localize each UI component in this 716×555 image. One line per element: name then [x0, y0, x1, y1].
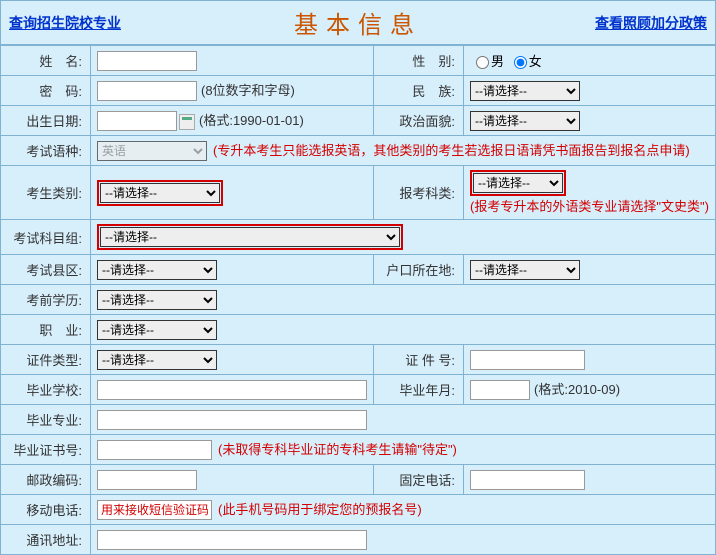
input-postal[interactable]	[97, 470, 197, 490]
cell-cand-type: --请选择--	[91, 166, 374, 220]
hint-lang: (专升本考生只能选报英语，其他类别的考生若选报日语请凭书面报告到报名点申请)	[213, 143, 690, 158]
cell-ethnic: --请选择--	[464, 76, 716, 106]
cell-postal	[91, 465, 374, 495]
label-address: 通讯地址:	[1, 525, 91, 555]
cell-id-type: --请选择--	[91, 345, 374, 375]
highlight-subject-grp: --请选择--	[97, 224, 403, 250]
label-grad-school: 毕业学校:	[1, 375, 91, 405]
select-pre-edu[interactable]: --请选择--	[97, 290, 217, 310]
cell-exam-area: --请选择--	[91, 255, 374, 285]
label-birthday: 出生日期:	[1, 106, 91, 136]
cell-exam-cat: --请选择-- (报考专升本的外语类专业请选择"文史类")	[464, 166, 716, 220]
select-ethnic[interactable]: --请选择--	[470, 81, 580, 101]
label-id-no: 证 件 号:	[374, 345, 464, 375]
highlight-exam-cat: --请选择--	[470, 170, 566, 196]
cell-address	[91, 525, 716, 555]
cell-landline	[464, 465, 716, 495]
cell-job: --请选择--	[91, 315, 716, 345]
hint-grad-ym: (格式:2010-09)	[534, 382, 620, 397]
select-hukou[interactable]: --请选择--	[470, 260, 580, 280]
page-title: 基本信息	[294, 5, 422, 40]
label-exam-area: 考试县区:	[1, 255, 91, 285]
label-cert-no: 毕业证书号:	[1, 435, 91, 465]
calendar-icon[interactable]	[179, 114, 195, 130]
label-job: 职 业:	[1, 315, 91, 345]
label-name: 姓 名:	[1, 46, 91, 76]
input-grad-school[interactable]	[97, 380, 367, 400]
input-cert-no[interactable]	[97, 440, 212, 460]
hint-cert-no: (未取得专科毕业证的专科考生请输"待定")	[218, 442, 457, 457]
input-mobile[interactable]	[97, 500, 212, 520]
label-postal: 邮政编码:	[1, 465, 91, 495]
label-id-type: 证件类型:	[1, 345, 91, 375]
select-exam-lang: 英语	[97, 141, 207, 161]
hint-mobile: (此手机号码用于绑定您的预报名号)	[218, 502, 422, 517]
label-gender-male: 男	[491, 54, 504, 69]
cell-grad-major	[91, 405, 716, 435]
label-gender-female: 女	[529, 54, 542, 69]
label-exam-cat: 报考科类:	[374, 166, 464, 220]
input-grad-ym[interactable]	[470, 380, 530, 400]
cell-cert-no: (未取得专科毕业证的专科考生请输"待定")	[91, 435, 716, 465]
hint-birthday: (格式:1990-01-01)	[199, 113, 304, 128]
select-exam-area[interactable]: --请选择--	[97, 260, 217, 280]
select-political[interactable]: --请选择--	[470, 111, 580, 131]
select-cand-type[interactable]: --请选择--	[100, 183, 220, 203]
label-exam-lang: 考试语种:	[1, 136, 91, 166]
cell-password: (8位数字和字母)	[91, 76, 374, 106]
highlight-cand-type: --请选择--	[97, 180, 223, 206]
input-landline[interactable]	[470, 470, 585, 490]
link-query-schools[interactable]: 查询招生院校专业	[9, 13, 121, 33]
label-hukou: 户口所在地:	[374, 255, 464, 285]
label-grad-major: 毕业专业:	[1, 405, 91, 435]
cell-political: --请选择--	[464, 106, 716, 136]
cell-mobile: (此手机号码用于绑定您的预报名号)	[91, 495, 716, 525]
label-cand-type: 考生类别:	[1, 166, 91, 220]
cell-subject-grp: --请选择--	[91, 220, 716, 255]
cell-exam-lang: 英语 (专升本考生只能选报英语，其他类别的考生若选报日语请凭书面报告到报名点申请)	[91, 136, 716, 166]
cell-hukou: --请选择--	[464, 255, 716, 285]
input-grad-major[interactable]	[97, 410, 367, 430]
hint-exam-cat: (报考专升本的外语类专业请选择"文史类")	[470, 199, 709, 214]
select-id-type[interactable]: --请选择--	[97, 350, 217, 370]
link-bonus-policy[interactable]: 查看照顾加分政策	[595, 13, 707, 33]
label-mobile: 移动电话:	[1, 495, 91, 525]
cell-birthday: (格式:1990-01-01)	[91, 106, 374, 136]
cell-pre-edu: --请选择--	[91, 285, 716, 315]
hint-password: (8位数字和字母)	[201, 83, 295, 98]
select-subject-grp[interactable]: --请选择--	[100, 227, 400, 247]
cell-gender: 男 女	[464, 46, 716, 76]
label-pre-edu: 考前学历:	[1, 285, 91, 315]
label-gender: 性 别:	[374, 46, 464, 76]
cell-id-no	[464, 345, 716, 375]
select-exam-cat[interactable]: --请选择--	[473, 173, 563, 193]
label-grad-ym: 毕业年月:	[374, 375, 464, 405]
label-landline: 固定电话:	[374, 465, 464, 495]
input-password[interactable]	[97, 81, 197, 101]
cell-grad-ym: (格式:2010-09)	[464, 375, 716, 405]
radio-gender-female[interactable]	[514, 56, 527, 69]
cell-name	[91, 46, 374, 76]
label-ethnic: 民 族:	[374, 76, 464, 106]
label-password: 密 码:	[1, 76, 91, 106]
input-id-no[interactable]	[470, 350, 585, 370]
label-subject-grp: 考试科目组:	[1, 220, 91, 255]
select-job[interactable]: --请选择--	[97, 320, 217, 340]
radio-gender-male[interactable]	[476, 56, 489, 69]
input-name[interactable]	[97, 51, 197, 71]
input-address[interactable]	[97, 530, 367, 550]
label-political: 政治面貌:	[374, 106, 464, 136]
input-birthday[interactable]	[97, 111, 177, 131]
cell-grad-school	[91, 375, 374, 405]
